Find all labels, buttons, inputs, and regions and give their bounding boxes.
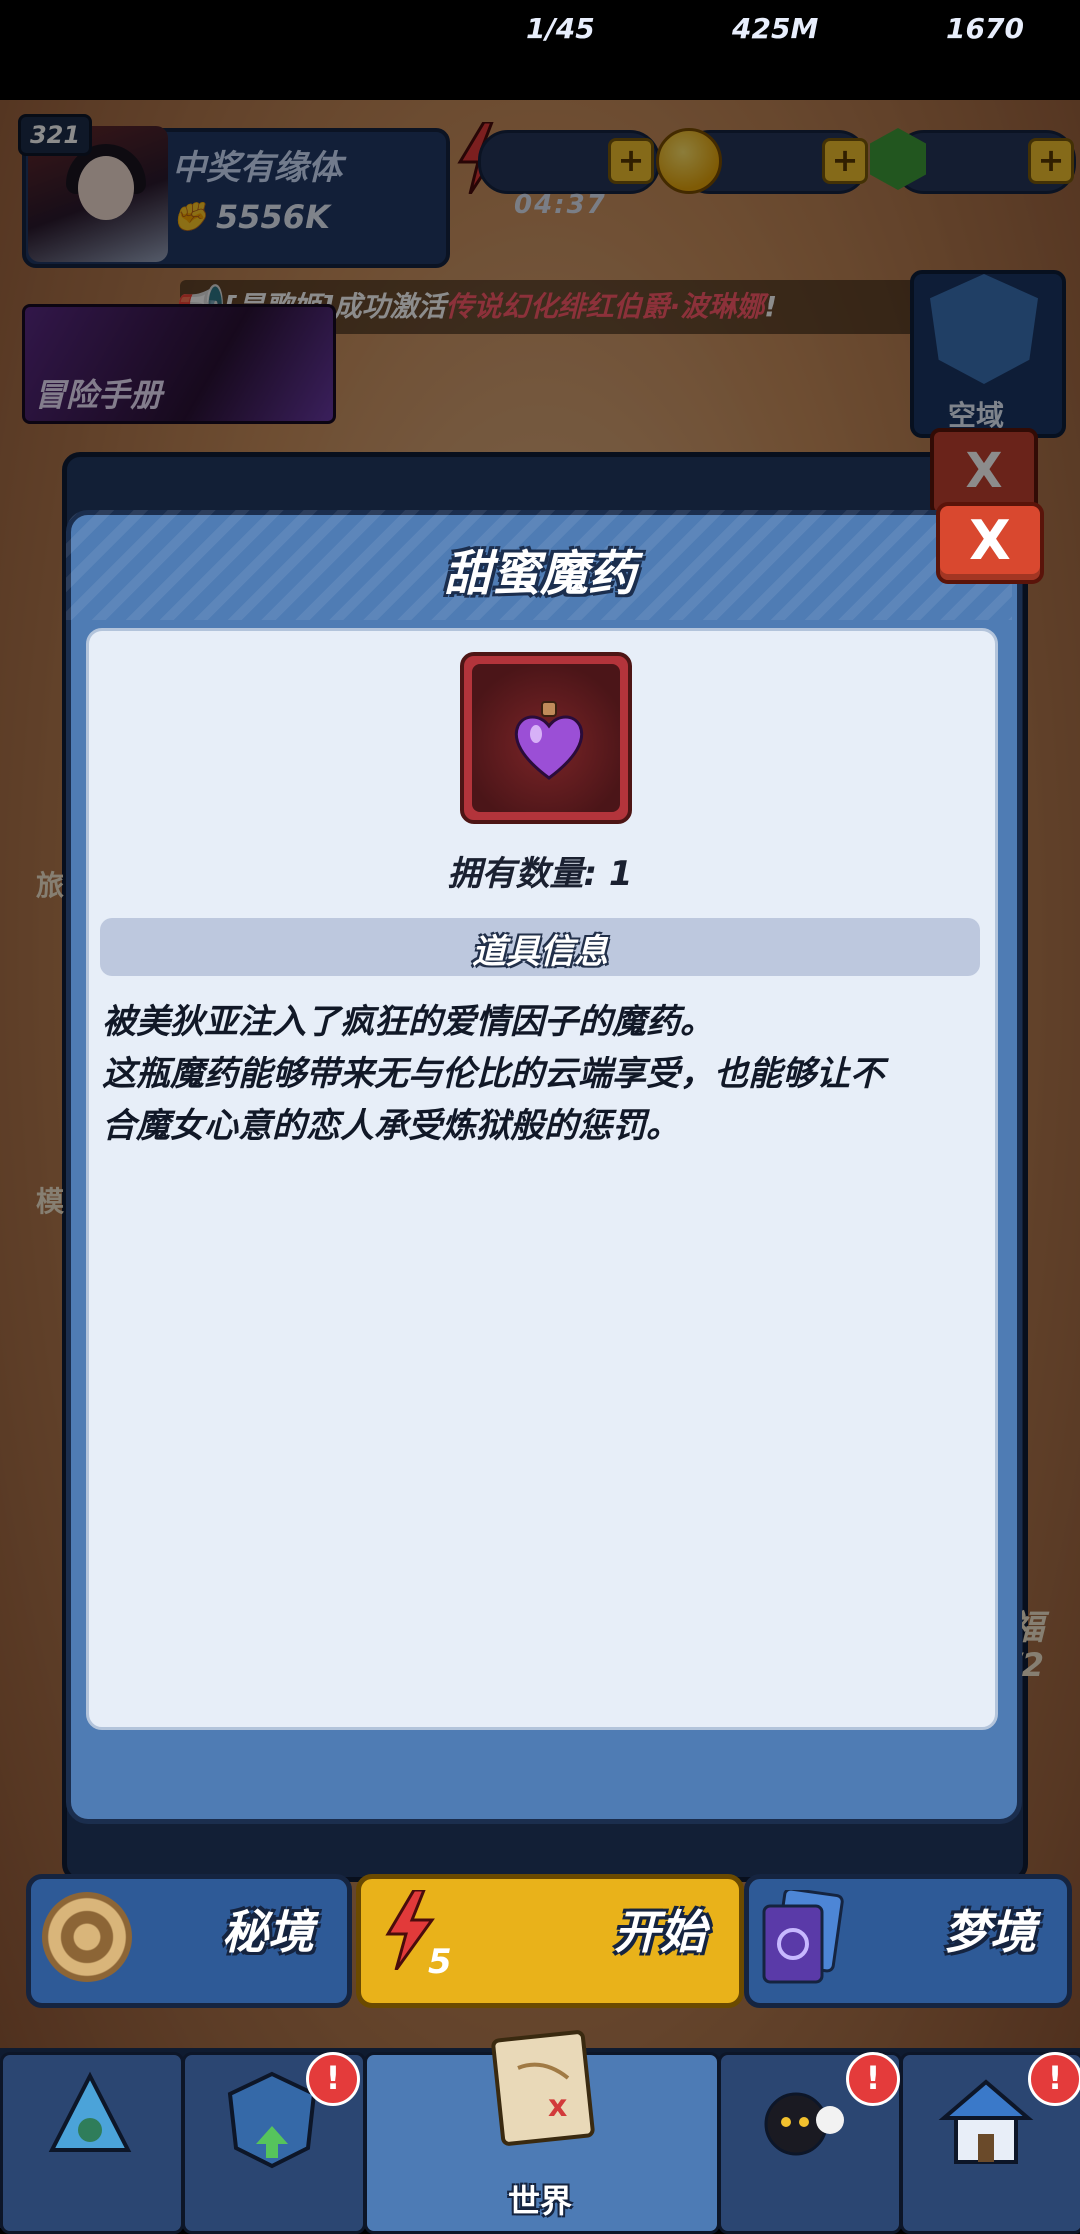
description-line-3: 合魔女心意的恋人承受炼狱般的惩罚。 — [102, 1106, 680, 1146]
modal-close-button[interactable]: X — [936, 502, 1044, 584]
gems-value: 1670 — [946, 12, 1024, 45]
item-description: 被美狄亚注入了疯狂的爱情因子的魔药。 这瓶魔药能够带来无与伦比的云端享受，也能够… — [102, 996, 982, 1152]
house-icon — [938, 2079, 1034, 2164]
item-info-header: 道具信息 — [472, 932, 608, 972]
dream-cards-icon — [762, 1890, 844, 1984]
start-energy-cost: 5 — [428, 1942, 452, 1982]
owned-quantity: 拥有数量: 1 — [447, 854, 633, 894]
secret-realm-label: 秘境 — [222, 1905, 314, 1959]
start-label: 开始 — [614, 1905, 706, 1959]
description-line-1: 被美狄亚注入了疯狂的爱情因子的魔药。 — [102, 1002, 714, 1042]
coins-value: 425M — [732, 12, 819, 45]
crystal-icon — [48, 2071, 132, 2152]
world-map-icon: x — [491, 2030, 595, 2146]
energy-value: 1/45 — [526, 12, 595, 45]
heart-potion-icon — [514, 701, 584, 780]
characters-alert-badge: ! — [846, 2052, 900, 2106]
modal-title: 甜蜜魔药 — [443, 546, 636, 602]
target-icon — [42, 1892, 132, 1982]
svg-text:x: x — [548, 2089, 567, 2124]
base-alert-badge: ! — [1028, 2052, 1080, 2106]
description-line-2: 这瓶魔药能够带来无与伦比的云端享受，也能够让不 — [102, 1054, 884, 1094]
upgrade-alert-badge: ! — [306, 2052, 360, 2106]
character-icon — [764, 2092, 844, 2156]
dream-realm-label: 梦境 — [944, 1905, 1036, 1959]
